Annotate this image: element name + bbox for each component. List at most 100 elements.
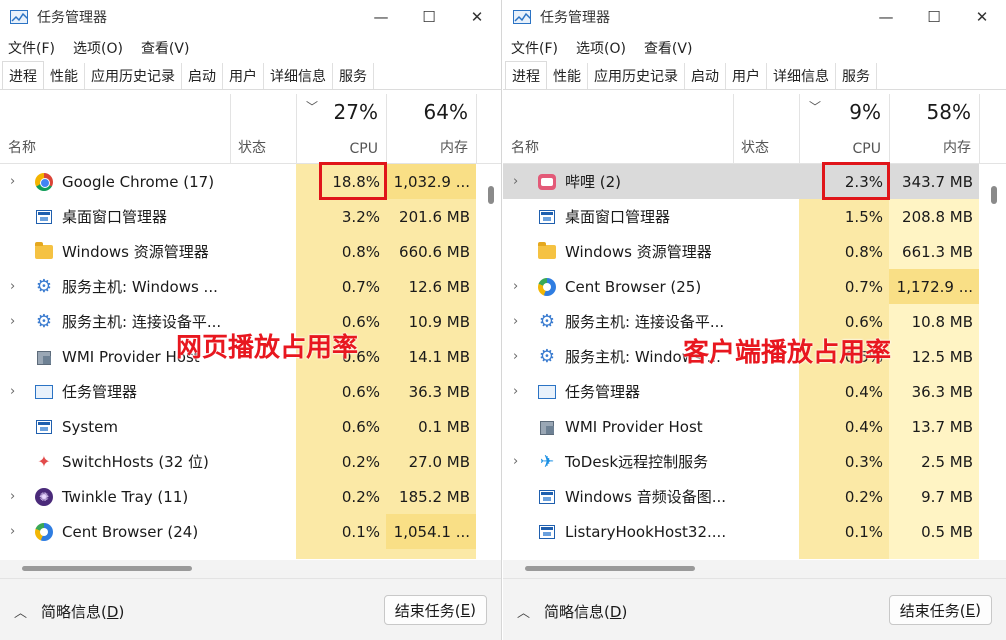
cpu-total[interactable]: 27% <box>296 100 378 124</box>
process-row[interactable]: 桌面窗口管理器 1.5% 208.8 MB <box>503 199 979 234</box>
expand-chevron-icon[interactable]: › <box>10 174 15 189</box>
process-row[interactable]: 桌面窗口管理器 3.2% 201.6 MB <box>0 199 476 234</box>
menu-options[interactable]: 选项(O) <box>73 38 123 58</box>
end-task-button[interactable]: 结束任务(E) <box>383 595 487 625</box>
process-name: 桌面窗口管理器 <box>62 208 168 226</box>
end-task-label: 结束任务( <box>394 601 461 620</box>
process-row[interactable]: › ✈ ToDesk远程控制服务 0.3% 2.5 MB <box>503 444 979 479</box>
memory-total[interactable]: 64% <box>386 100 468 124</box>
expand-chevron-icon[interactable]: › <box>10 489 15 504</box>
minimize-button[interactable]: — <box>862 0 910 34</box>
column-header: 名称 状态 ﹀ 9% CPU 58% 内存 <box>503 90 1006 164</box>
tab-startup[interactable]: 启动 <box>182 63 223 89</box>
tab-performance[interactable]: 性能 <box>44 63 85 89</box>
process-row[interactable]: Windows 音频设备图... 0.2% 9.7 MB <box>503 479 979 514</box>
vertical-scrollbar[interactable] <box>488 186 494 204</box>
horizontal-scroll-thumb[interactable] <box>525 566 695 571</box>
column-status[interactable]: 状态 <box>238 137 266 157</box>
footer: ︿ 简略信息(D) 结束任务(E) <box>503 578 1006 640</box>
tab-processes[interactable]: 进程 <box>2 61 44 89</box>
tab-app-history[interactable]: 应用历史记录 <box>588 63 685 89</box>
tab-details[interactable]: 详细信息 <box>767 63 836 89</box>
process-cpu: 0.1% <box>844 522 883 541</box>
process-row[interactable]: › ⚙ 服务主机: Windows ... 0.7% 12.6 MB <box>0 269 476 304</box>
wmi-icon <box>34 347 54 367</box>
process-memory: 201.6 MB <box>399 207 470 226</box>
expand-chevron-icon[interactable]: › <box>10 384 15 399</box>
tab-services[interactable]: 服务 <box>836 63 877 89</box>
vertical-scrollbar[interactable] <box>991 186 997 204</box>
wmi-icon <box>537 417 557 437</box>
menu-view[interactable]: 查看(V) <box>141 38 190 58</box>
process-row[interactable]: › ✺ Twinkle Tray (11) 0.2% 185.2 MB <box>0 479 476 514</box>
process-row[interactable]: › Cent Browser (24) 0.1% 1,054.1 ... <box>0 514 476 549</box>
fewer-details-label: 简略信息( <box>41 603 107 621</box>
menu-view[interactable]: 查看(V) <box>644 38 693 58</box>
close-button[interactable]: ✕ <box>453 0 501 34</box>
fewer-details-button[interactable]: ︿ 简略信息(D) <box>517 601 627 622</box>
process-name: 服务主机: 连接设备平... <box>565 313 725 331</box>
process-row[interactable]: System 0.6% 0.1 MB <box>0 409 476 444</box>
tab-details[interactable]: 详细信息 <box>264 63 333 89</box>
process-row[interactable]: ✦ SwitchHosts (32 位) 0.2% 27.0 MB <box>0 444 476 479</box>
end-task-key: E <box>965 601 976 619</box>
expand-chevron-icon[interactable]: › <box>10 279 15 294</box>
tab-startup[interactable]: 启动 <box>685 63 726 89</box>
fewer-details-key: D <box>106 602 119 621</box>
expand-chevron-icon[interactable]: › <box>513 279 518 294</box>
process-name: 任务管理器 <box>565 383 641 401</box>
process-cpu: 0.4% <box>844 382 883 401</box>
expand-chevron-icon[interactable]: › <box>513 314 518 329</box>
chrome-icon <box>34 172 54 192</box>
maximize-button[interactable]: ☐ <box>405 0 453 34</box>
process-name: Google Chrome (17) <box>62 172 215 191</box>
tab-strip: 进程 性能 应用历史记录 启动 用户 详细信息 服务 <box>503 61 1006 90</box>
process-row[interactable]: ListaryHookHost32.... 0.1% 0.5 MB <box>503 514 979 549</box>
menu-options[interactable]: 选项(O) <box>576 38 626 58</box>
tab-services[interactable]: 服务 <box>333 63 374 89</box>
tab-processes[interactable]: 进程 <box>505 61 547 89</box>
column-cpu[interactable]: CPU <box>799 141 881 157</box>
horizontal-scroll-thumb[interactable] <box>22 566 192 571</box>
expand-chevron-icon[interactable]: › <box>513 174 518 189</box>
process-row[interactable]: WMI Provider Host 0.4% 13.7 MB <box>503 409 979 444</box>
column-memory[interactable]: 内存 <box>386 137 468 157</box>
minimize-button[interactable]: — <box>357 0 405 34</box>
cpu-total[interactable]: 9% <box>799 100 881 124</box>
tab-app-history[interactable]: 应用历史记录 <box>85 63 182 89</box>
process-row[interactable]: › Cent Browser (25) 0.7% 1,172.9 ... <box>503 269 979 304</box>
column-memory[interactable]: 内存 <box>889 137 971 157</box>
memory-total[interactable]: 58% <box>889 100 971 124</box>
process-row[interactable]: › 哔哩 (2) 2.3% 343.7 MB <box>503 164 979 199</box>
tab-performance[interactable]: 性能 <box>547 63 588 89</box>
expand-chevron-icon[interactable]: › <box>10 524 15 539</box>
expand-chevron-icon[interactable]: › <box>513 384 518 399</box>
menu-file[interactable]: 文件(F) <box>511 38 558 58</box>
column-name[interactable]: 名称 <box>8 137 36 157</box>
gear-icon: ⚙ <box>35 310 53 332</box>
process-row[interactable]: Windows 资源管理器 0.8% 660.6 MB <box>0 234 476 269</box>
window-icon <box>537 207 557 227</box>
menu-file[interactable]: 文件(F) <box>8 38 55 58</box>
process-cpu: 0.2% <box>341 452 380 471</box>
expand-chevron-icon[interactable]: › <box>513 454 518 469</box>
column-name[interactable]: 名称 <box>511 137 539 157</box>
tab-users[interactable]: 用户 <box>223 63 264 89</box>
column-cpu[interactable]: CPU <box>296 141 378 157</box>
end-task-button[interactable]: 结束任务(E) <box>888 595 992 625</box>
maximize-button[interactable]: ☐ <box>910 0 958 34</box>
expand-chevron-icon[interactable]: › <box>513 349 518 364</box>
fewer-details-button[interactable]: ︿ 简略信息(D) <box>14 601 124 622</box>
process-memory: 185.2 MB <box>399 487 470 506</box>
fewer-details-close: ) <box>621 602 628 621</box>
column-status[interactable]: 状态 <box>741 137 769 157</box>
menu-bar: 文件(F) 选项(O) 查看(V) <box>503 34 1006 62</box>
process-memory: 12.6 MB <box>408 277 470 296</box>
close-button[interactable]: ✕ <box>958 0 1006 34</box>
process-row[interactable]: › 任务管理器 0.6% 36.3 MB <box>0 374 476 409</box>
process-row[interactable]: Windows 资源管理器 0.8% 661.3 MB <box>503 234 979 269</box>
process-row[interactable]: › Google Chrome (17) 18.8% 1,032.9 ... <box>0 164 476 199</box>
expand-chevron-icon[interactable]: › <box>10 314 15 329</box>
tab-users[interactable]: 用户 <box>726 63 767 89</box>
process-row[interactable]: › 任务管理器 0.4% 36.3 MB <box>503 374 979 409</box>
